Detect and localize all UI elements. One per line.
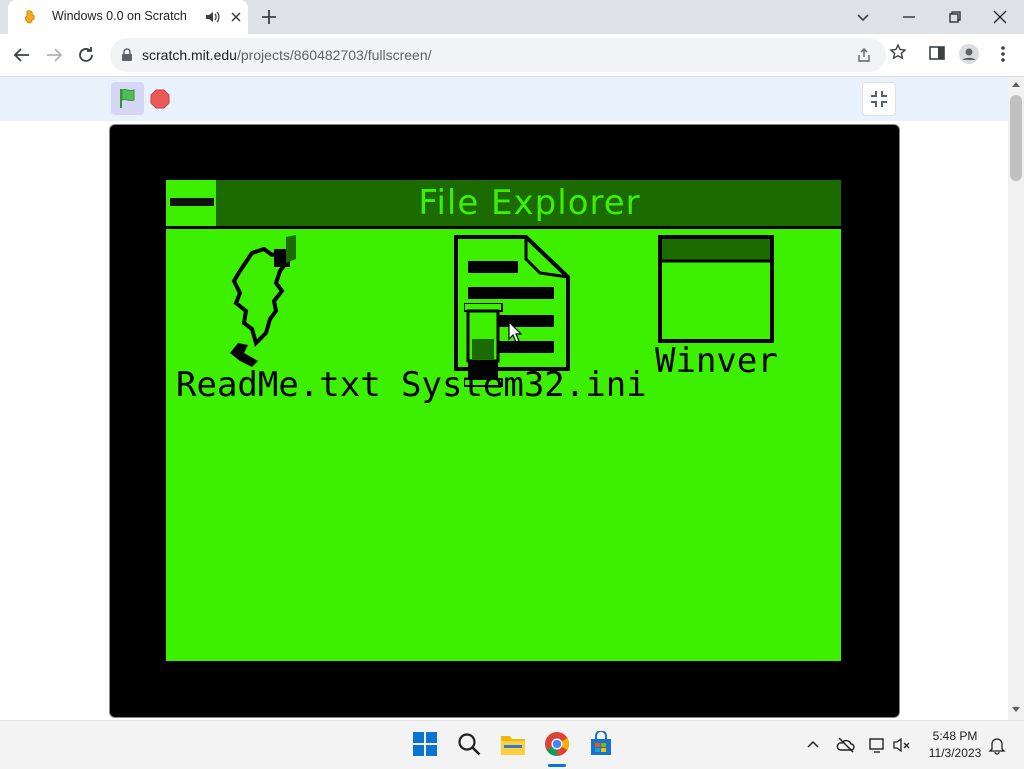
back-arrow-icon[interactable] xyxy=(10,43,34,67)
onedrive-offline-icon[interactable] xyxy=(836,735,856,755)
scroll-up-arrow-icon[interactable] xyxy=(1011,80,1021,88)
scratch-favicon-icon xyxy=(25,10,35,24)
file-label-system32[interactable]: System32.ini xyxy=(401,365,647,405)
window-icon[interactable] xyxy=(658,235,776,345)
browser-toolbar: scratch.mit.edu/projects/860482703/fulls… xyxy=(0,34,1024,77)
url-text[interactable]: scratch.mit.edu/projects/860482703/fulls… xyxy=(142,47,432,63)
player-controls-bar xyxy=(0,77,1008,121)
green-flag-button[interactable] xyxy=(111,82,144,115)
volume-muted-icon[interactable] xyxy=(892,735,912,755)
scratch-stage[interactable]: File Explorer ReadMe.txt System32.ini Wi… xyxy=(109,124,900,718)
network-icon[interactable] xyxy=(868,735,888,755)
profile-avatar-icon[interactable] xyxy=(958,43,980,65)
clock-time: 5:48 PM xyxy=(932,729,978,743)
lock-icon[interactable] xyxy=(120,48,134,62)
vertical-scrollbar[interactable] xyxy=(1008,77,1024,720)
file-explorer-icon[interactable] xyxy=(500,731,526,757)
green-flag-icon xyxy=(120,88,135,108)
stop-sign-icon[interactable] xyxy=(150,89,170,109)
chrome-icon[interactable] xyxy=(544,731,570,757)
microsoft-store-icon[interactable] xyxy=(588,731,614,757)
active-app-indicator xyxy=(548,764,566,767)
windows-start-icon[interactable] xyxy=(412,731,438,757)
browser-tab[interactable]: Windows 0.0 on Scratch xyxy=(8,0,248,34)
close-window-icon[interactable] xyxy=(988,5,1012,29)
speaker-icon[interactable] xyxy=(204,9,220,25)
mouse-cursor-icon xyxy=(508,321,522,343)
explorer-window-title: File Explorer xyxy=(418,183,641,223)
notification-bell-icon[interactable] xyxy=(987,735,1007,755)
search-icon[interactable] xyxy=(456,731,482,757)
side-panel-icon[interactable] xyxy=(928,44,946,62)
share-icon[interactable] xyxy=(856,47,872,63)
address-bar[interactable]: scratch.mit.edu/projects/860482703/fulls… xyxy=(110,38,886,72)
reload-icon[interactable] xyxy=(74,43,98,67)
tab-search-chevron-icon[interactable] xyxy=(851,5,875,29)
restore-window-icon[interactable] xyxy=(943,5,967,29)
file-label-readme[interactable]: ReadMe.txt xyxy=(176,365,381,405)
scrollbar-thumb[interactable] xyxy=(1010,95,1022,181)
clock-date: 11/3/2023 xyxy=(928,746,982,760)
minimize-window-icon[interactable] xyxy=(897,5,921,29)
scroll-down-arrow-icon[interactable] xyxy=(1011,706,1021,714)
minimize-bar-icon xyxy=(170,198,214,206)
new-tab-icon[interactable] xyxy=(258,6,280,28)
exit-fullscreen-icon xyxy=(871,91,887,107)
bookmark-star-icon[interactable] xyxy=(889,43,907,61)
windows-taskbar: 5:48 PM 11/3/2023 xyxy=(0,720,1024,769)
exit-fullscreen-button[interactable] xyxy=(862,82,896,116)
forward-arrow-icon[interactable] xyxy=(42,43,66,67)
tab-close-icon[interactable] xyxy=(228,9,244,25)
menu-kebab-icon[interactable] xyxy=(1000,44,1006,64)
file-label-winver[interactable]: Winver xyxy=(655,341,778,381)
page-content: File Explorer ReadMe.txt System32.ini Wi… xyxy=(0,77,1008,720)
show-hidden-icons-chevron-icon[interactable] xyxy=(803,735,823,755)
tab-title: Windows 0.0 on Scratch xyxy=(52,9,187,23)
tab-strip: Windows 0.0 on Scratch xyxy=(0,0,1024,34)
pencil-scribble-icon[interactable] xyxy=(230,233,330,368)
taskbar-clock[interactable]: 5:48 PM 11/3/2023 xyxy=(918,728,992,762)
